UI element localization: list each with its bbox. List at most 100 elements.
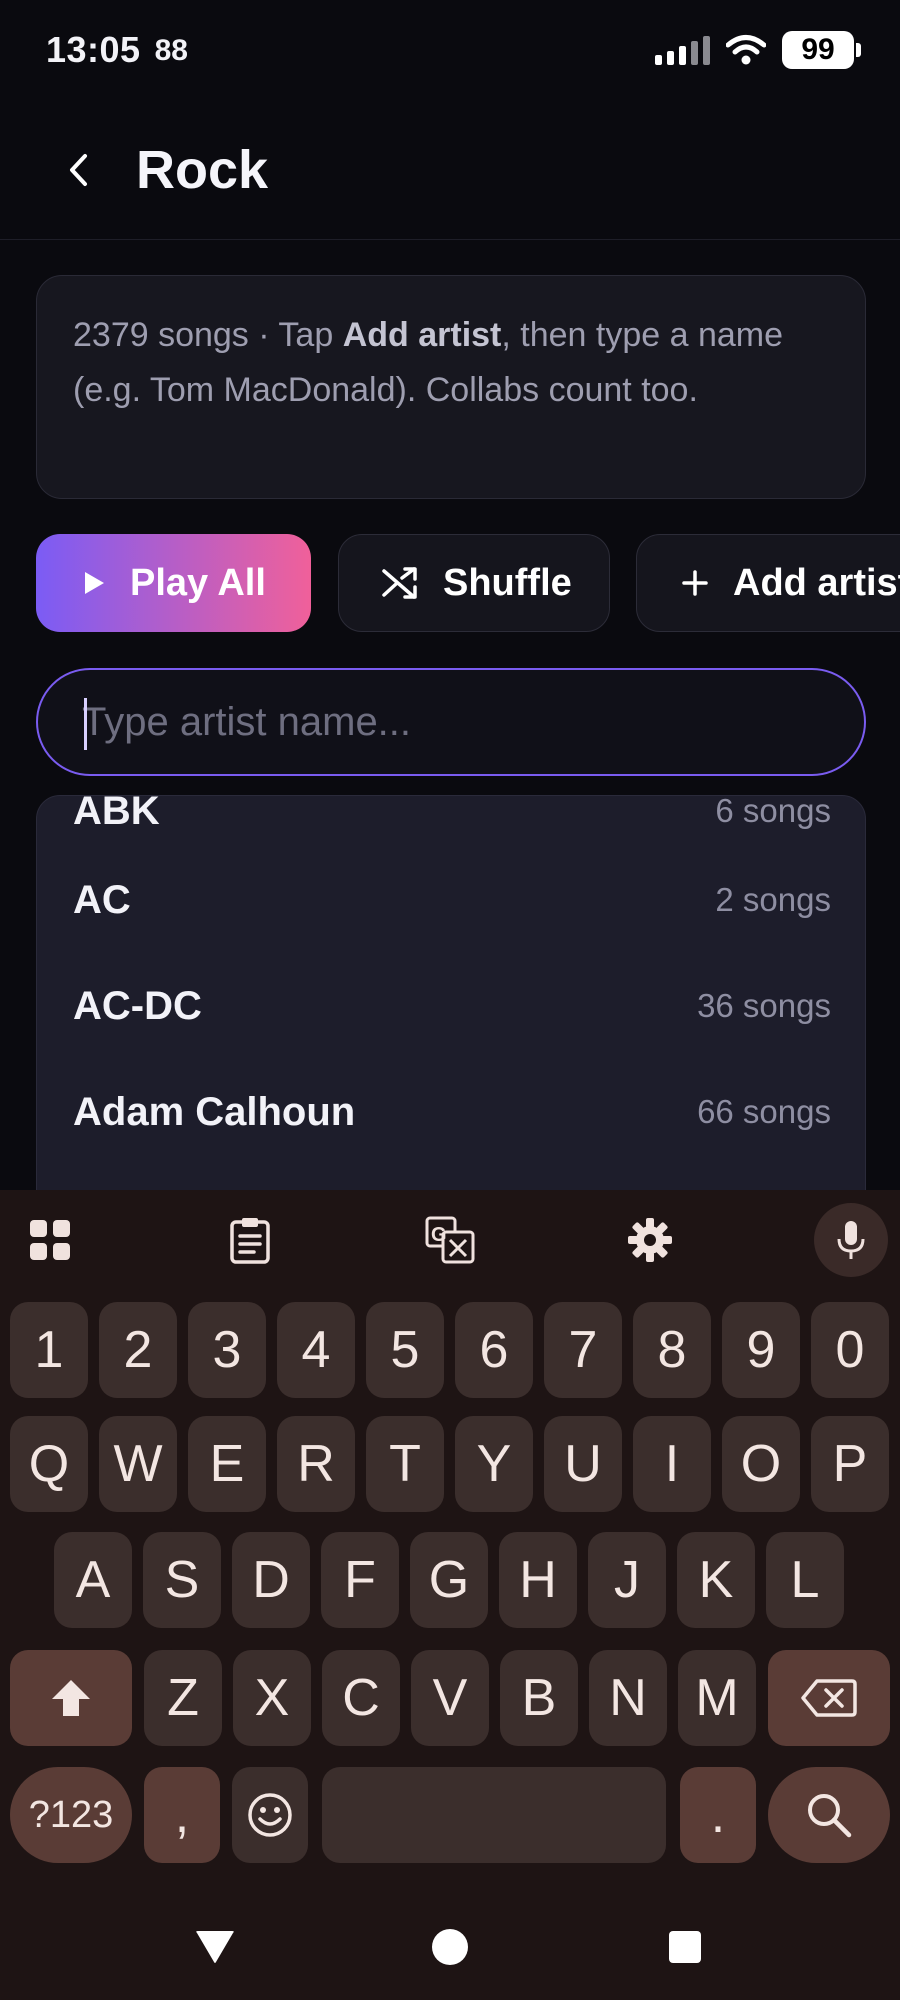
- comma-key[interactable]: ,: [144, 1767, 220, 1863]
- search-icon: [808, 1794, 852, 1838]
- key-8[interactable]: 8: [633, 1302, 711, 1398]
- artist-row[interactable]: AC 2 songs: [37, 847, 865, 953]
- artist-search-input[interactable]: [82, 699, 822, 745]
- key-s[interactable]: S: [143, 1532, 221, 1628]
- key-1[interactable]: 1: [10, 1302, 88, 1398]
- key-h[interactable]: H: [499, 1532, 577, 1628]
- play-all-button[interactable]: Play All: [36, 534, 311, 632]
- shift-key[interactable]: [10, 1650, 132, 1746]
- voice-input-button[interactable]: [814, 1203, 888, 1277]
- key-a[interactable]: A: [54, 1532, 132, 1628]
- key-m[interactable]: M: [678, 1650, 756, 1746]
- keyboard-toolbar: G: [0, 1190, 900, 1290]
- backspace-icon: [801, 1679, 857, 1717]
- text-cursor: [84, 698, 87, 750]
- clock: 13:05: [46, 29, 141, 70]
- shuffle-label: Shuffle: [443, 561, 572, 604]
- key-7[interactable]: 7: [544, 1302, 622, 1398]
- key-n[interactable]: N: [589, 1650, 667, 1746]
- key-9[interactable]: 9: [722, 1302, 800, 1398]
- app-header: Rock: [0, 100, 900, 240]
- key-3[interactable]: 3: [188, 1302, 266, 1398]
- apps-button[interactable]: [14, 1204, 86, 1276]
- status-bar: 13:05 88 99: [0, 0, 900, 100]
- grid-icon: [30, 1220, 70, 1260]
- key-q[interactable]: Q: [10, 1416, 88, 1512]
- artist-name: Adam Calhoun: [73, 1089, 356, 1134]
- triangle-back-icon: [196, 1931, 234, 1963]
- artist-name: ABK: [73, 795, 160, 833]
- clipboard-button[interactable]: [214, 1204, 286, 1276]
- svg-text:G: G: [431, 1224, 447, 1246]
- key-b[interactable]: B: [500, 1650, 578, 1746]
- info-box: 2379 songs · Tap Add artist, then type a…: [36, 275, 866, 499]
- key-w[interactable]: W: [99, 1416, 177, 1512]
- key-y[interactable]: Y: [455, 1416, 533, 1512]
- soft-keyboard: G 1 2 3 4 5 6 7 8 9 0 Q W E R T Y U I O …: [0, 1190, 900, 2000]
- artist-song-count: 36 songs: [697, 987, 831, 1024]
- square-recents-icon: [669, 1931, 701, 1963]
- artist-search-field[interactable]: [36, 668, 866, 776]
- artist-name: AC-DC: [73, 983, 202, 1028]
- key-j[interactable]: J: [588, 1532, 666, 1628]
- page-title: Rock: [136, 139, 269, 200]
- add-artist-label: Add artist: [733, 561, 900, 604]
- settings-button[interactable]: [614, 1204, 686, 1276]
- key-i[interactable]: I: [633, 1416, 711, 1512]
- artist-song-count: 6 songs: [715, 795, 831, 829]
- plus-icon: [682, 570, 708, 596]
- search-key[interactable]: [768, 1767, 890, 1863]
- system-nav-bar: [0, 1890, 900, 2000]
- artist-row[interactable]: AC-DC 36 songs: [37, 953, 865, 1059]
- key-4[interactable]: 4: [277, 1302, 355, 1398]
- back-button[interactable]: [44, 135, 114, 205]
- key-t[interactable]: T: [366, 1416, 444, 1512]
- key-u[interactable]: U: [544, 1416, 622, 1512]
- nav-recents-button[interactable]: [650, 1912, 720, 1982]
- key-r[interactable]: R: [277, 1416, 355, 1512]
- info-text-bold: Add artist: [342, 316, 502, 354]
- status-indicator: 88: [154, 34, 188, 67]
- shift-icon: [52, 1680, 90, 1716]
- artist-song-count: 2 songs: [715, 881, 831, 918]
- period-key[interactable]: .: [680, 1767, 756, 1863]
- symbols-key[interactable]: ?123: [10, 1767, 132, 1863]
- key-6[interactable]: 6: [455, 1302, 533, 1398]
- info-text-prefix: 2379 songs · Tap: [73, 316, 343, 354]
- chevron-left-icon: [70, 153, 87, 186]
- key-2[interactable]: 2: [99, 1302, 177, 1398]
- key-d[interactable]: D: [232, 1532, 310, 1628]
- key-z[interactable]: Z: [144, 1650, 222, 1746]
- play-all-label: Play All: [130, 561, 266, 604]
- wifi-icon: [726, 35, 766, 65]
- play-icon: [85, 572, 104, 594]
- key-f[interactable]: F: [321, 1532, 399, 1628]
- artist-song-count: 66 songs: [697, 1093, 831, 1130]
- signal-icon: [655, 35, 710, 65]
- space-key[interactable]: [322, 1767, 666, 1863]
- emoji-key[interactable]: [232, 1767, 308, 1863]
- key-p[interactable]: P: [811, 1416, 889, 1512]
- key-l[interactable]: L: [766, 1532, 844, 1628]
- key-k[interactable]: K: [677, 1532, 755, 1628]
- add-artist-button[interactable]: Add artist: [636, 534, 900, 632]
- artist-row[interactable]: Adam Calhoun 66 songs: [37, 1059, 865, 1165]
- gear-icon: [628, 1218, 672, 1262]
- shuffle-button[interactable]: Shuffle: [338, 534, 610, 632]
- key-x[interactable]: X: [233, 1650, 311, 1746]
- nav-home-button[interactable]: [415, 1912, 485, 1982]
- key-o[interactable]: O: [722, 1416, 800, 1512]
- emoji-icon: [248, 1793, 292, 1837]
- backspace-key[interactable]: [768, 1650, 890, 1746]
- key-c[interactable]: C: [322, 1650, 400, 1746]
- artist-name: AC: [73, 877, 131, 922]
- clipboard-icon: [230, 1218, 270, 1264]
- translate-button[interactable]: G: [414, 1204, 486, 1276]
- key-0[interactable]: 0: [811, 1302, 889, 1398]
- translate-icon: G: [425, 1216, 475, 1264]
- nav-back-button[interactable]: [180, 1912, 250, 1982]
- key-v[interactable]: V: [411, 1650, 489, 1746]
- key-e[interactable]: E: [188, 1416, 266, 1512]
- key-5[interactable]: 5: [366, 1302, 444, 1398]
- key-g[interactable]: G: [410, 1532, 488, 1628]
